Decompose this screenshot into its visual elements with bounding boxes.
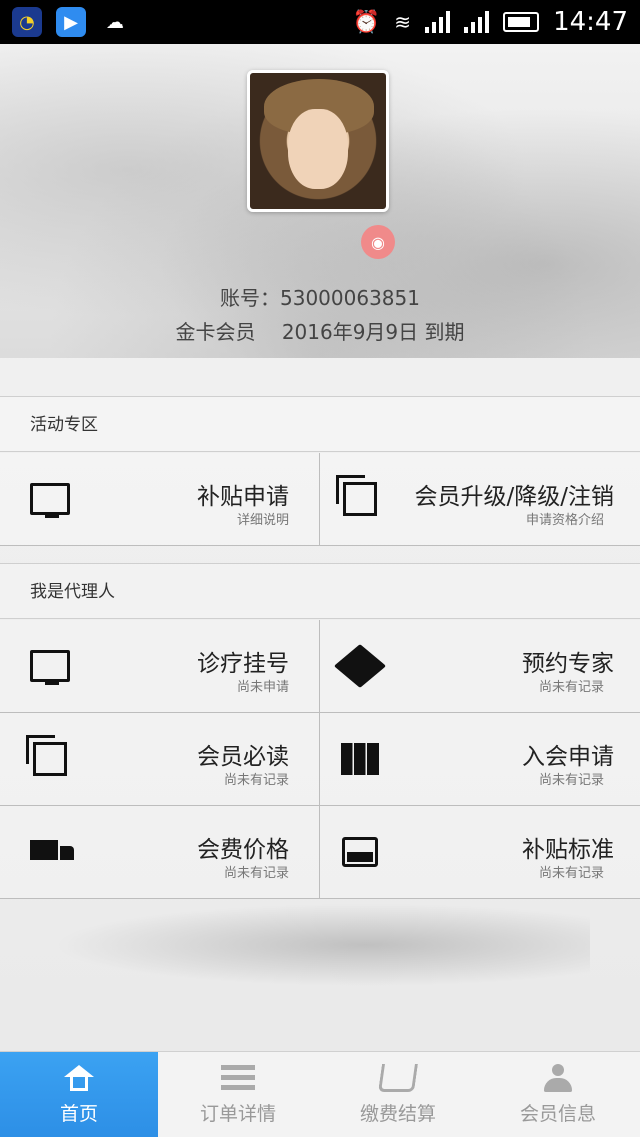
nav-label: 首页 xyxy=(59,1103,98,1125)
cell-title: 诊疗挂号 xyxy=(197,651,289,677)
monitor-icon xyxy=(30,646,70,686)
nav-label: 缴费结算 xyxy=(359,1103,436,1125)
book-expert-button[interactable]: 预约专家 尚未有记录 xyxy=(320,620,640,712)
video-player-icon: ▶ xyxy=(56,7,86,37)
member-expiry: 2016年9月9日 到期 xyxy=(281,320,465,344)
battery-icon xyxy=(503,12,540,32)
signal-icon xyxy=(464,11,490,33)
inbox-icon xyxy=(340,832,380,872)
nav-label: 订单详情 xyxy=(199,1103,276,1125)
section-title-agent: 我是代理人 xyxy=(0,563,640,619)
cell-subtitle: 详细说明 xyxy=(236,513,289,528)
member-info: 金卡会员 2016年9月9日 到期 xyxy=(0,316,640,345)
monitor-icon xyxy=(30,479,70,519)
headset-icon: ◔ xyxy=(12,7,42,37)
avatar[interactable] xyxy=(247,70,389,212)
cell-subtitle: 尚未有记录 xyxy=(223,866,289,881)
cart-icon xyxy=(378,1063,418,1093)
truck-icon xyxy=(30,832,74,872)
status-bar: ◔ ▶ ☁ ⏰ ≋ 14:47 xyxy=(0,0,640,44)
weather-cloud-icon: ☁ xyxy=(106,11,124,33)
camera-icon[interactable]: ◉ xyxy=(361,225,395,259)
agent-grid: 诊疗挂号 尚未申请 预约专家 尚未有记录 会员必读 尚未有记录 入会申请 尚未有… xyxy=(0,620,640,899)
bottom-nav: 首页 订单详情 缴费结算 会员信息 xyxy=(0,1051,640,1137)
nav-label: 会员信息 xyxy=(519,1103,596,1125)
nav-home[interactable]: 首页 xyxy=(0,1052,158,1137)
cell-title: 补贴申请 xyxy=(197,484,289,510)
cell-title: 补贴标准 xyxy=(522,837,614,863)
subsidy-standard-button[interactable]: 补贴标准 尚未有记录 xyxy=(320,806,640,898)
cell-title: 会费价格 xyxy=(197,837,289,863)
list-icon xyxy=(220,1063,256,1093)
cell-subtitle: 申请资格介绍 xyxy=(525,513,604,528)
join-apply-button[interactable]: 入会申请 尚未有记录 xyxy=(320,713,640,805)
activities-grid: 补贴申请 详细说明 会员升级/降级/注销 申请资格介绍 xyxy=(0,453,640,546)
member-level: 金卡会员 xyxy=(175,320,256,344)
wifi-icon: ≋ xyxy=(394,10,412,34)
nav-payment[interactable]: 缴费结算 xyxy=(318,1052,478,1137)
clock: 14:47 xyxy=(553,7,628,37)
fee-price-button[interactable]: 会费价格 尚未有记录 xyxy=(0,806,320,898)
signal-icon xyxy=(425,11,451,33)
copy-icon xyxy=(336,475,380,519)
section-title-activities: 活动专区 xyxy=(0,396,640,452)
alarm-icon: ⏰ xyxy=(352,9,381,35)
member-notes-button[interactable]: 会员必读 尚未有记录 xyxy=(0,713,320,805)
nav-orders[interactable]: 订单详情 xyxy=(158,1052,318,1137)
copy-icon xyxy=(26,735,70,779)
cell-subtitle: 尚未申请 xyxy=(236,680,289,695)
cell-subtitle: 尚未有记录 xyxy=(223,773,289,788)
cell-title: 入会申请 xyxy=(522,744,614,770)
user-icon xyxy=(540,1063,576,1093)
nav-member-info[interactable]: 会员信息 xyxy=(478,1052,638,1137)
account-number: 账号：53000063851 xyxy=(220,286,420,310)
home-icon xyxy=(61,1063,97,1093)
ink-painting-decoration xyxy=(30,900,590,990)
registration-button[interactable]: 诊疗挂号 尚未申请 xyxy=(0,620,320,712)
membership-change-button[interactable]: 会员升级/降级/注销 申请资格介绍 xyxy=(320,453,640,545)
cell-title: 会员升级/降级/注销 xyxy=(414,484,615,510)
cell-title: 会员必读 xyxy=(197,744,289,770)
subsidy-apply-button[interactable]: 补贴申请 详细说明 xyxy=(0,453,320,545)
cell-subtitle: 尚未有记录 xyxy=(538,866,604,881)
cell-subtitle: 尚未有记录 xyxy=(538,773,604,788)
map-icon xyxy=(340,739,380,779)
cell-title: 预约专家 xyxy=(522,651,614,677)
cell-subtitle: 尚未有记录 xyxy=(538,680,604,695)
cube-icon xyxy=(333,644,387,688)
